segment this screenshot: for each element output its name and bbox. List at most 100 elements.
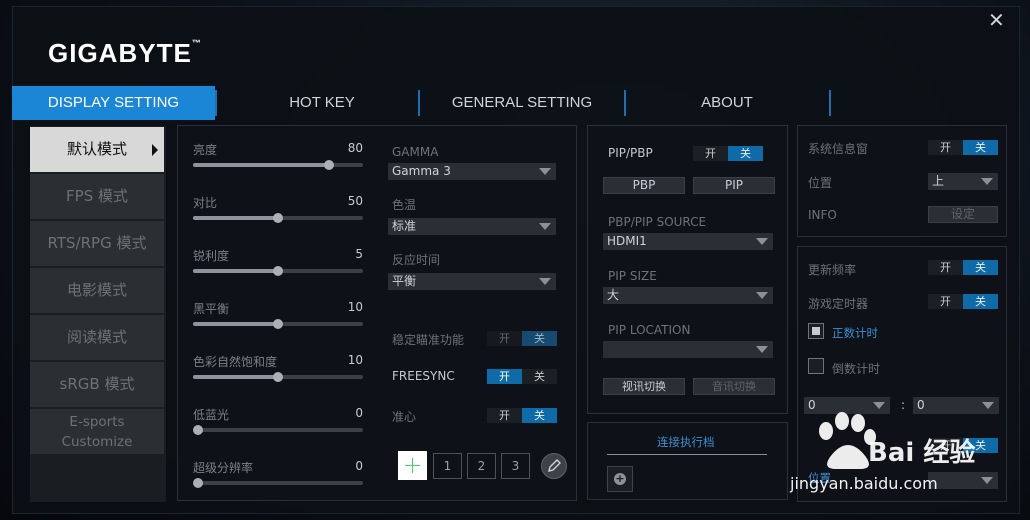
pip-size-label: PIP SIZE: [608, 269, 657, 283]
slider-value: 80: [347, 141, 363, 155]
toggle-off: 关: [522, 331, 557, 346]
response-time-value: 平衡: [392, 274, 417, 288]
seconds-select[interactable]: 0: [913, 397, 999, 414]
chevron-down-icon: [539, 223, 551, 230]
crosshair-style-2-button[interactable]: 2: [467, 453, 496, 479]
logo-tm: ™: [191, 38, 202, 48]
pip-size-value: 大: [607, 288, 620, 302]
time-separator: :: [901, 398, 906, 412]
chevron-down-icon: [539, 168, 551, 175]
pbp-button[interactable]: PBP: [603, 177, 685, 194]
crosshair-toggle[interactable]: 开关: [487, 408, 557, 423]
slider-track[interactable]: [193, 319, 363, 329]
pbp-pip-source-select[interactable]: HDMI1: [603, 233, 773, 250]
slider-value: 5: [355, 247, 363, 261]
sidebar-item-esports-customize[interactable]: E-sports Customize: [30, 409, 164, 454]
arrow-right-icon: [152, 144, 158, 156]
slider-handle[interactable]: [273, 213, 283, 223]
slider-label: 色彩自然饱和度: [193, 355, 278, 369]
tab-divider: [624, 90, 626, 116]
video-switch-button[interactable]: 视讯切换: [603, 378, 685, 395]
slider-fill: [193, 322, 278, 326]
position-select[interactable]: 上: [928, 173, 998, 190]
picture-settings-panel: [177, 125, 577, 501]
slider-track[interactable]: [193, 478, 363, 488]
tab-general-setting[interactable]: GENERAL SETTING: [422, 86, 622, 120]
sidebar-item-default-mode[interactable]: 默认模式: [30, 127, 164, 172]
slider-fill: [193, 269, 278, 273]
slider-handle[interactable]: [193, 425, 203, 435]
toggle-on: 开: [928, 260, 963, 275]
minutes-select[interactable]: 0: [804, 397, 890, 414]
link-executable-label[interactable]: 连接执行档: [657, 434, 715, 450]
pip-size-select[interactable]: 大: [603, 287, 773, 304]
toggle-off: 关: [963, 260, 998, 275]
slider-value: 10: [347, 353, 363, 367]
color-temp-label: 色温: [392, 198, 417, 212]
slider-handle[interactable]: [324, 160, 334, 170]
aim-stabilizer-toggle[interactable]: 开关: [487, 331, 557, 346]
slider-track[interactable]: [193, 425, 363, 435]
sidebar-item-label: FPS 模式: [66, 187, 128, 205]
bottom-position-select[interactable]: [928, 472, 998, 489]
sidebar-item-reading-mode[interactable]: 阅读模式: [30, 315, 164, 360]
sidebar-item-movie-mode[interactable]: 电影模式: [30, 268, 164, 313]
tab-hot-key[interactable]: HOT KEY: [222, 86, 422, 120]
chevron-down-icon: [756, 238, 768, 245]
aim-stabilizer-label: 稳定瞄准功能: [392, 333, 465, 347]
pip-location-select[interactable]: [603, 341, 773, 358]
gamma-value: Gamma 3: [392, 164, 451, 178]
color-temp-select[interactable]: 标准: [388, 218, 556, 235]
pencil-edit-icon[interactable]: [541, 453, 567, 479]
crosshair-style-1-button[interactable]: 1: [433, 453, 462, 479]
info-settings-button[interactable]: 设定: [928, 206, 998, 223]
freesync-toggle[interactable]: 开关: [487, 369, 557, 384]
tab-display-setting[interactable]: DISPLAY SETTING: [12, 86, 215, 120]
count-down-checkbox[interactable]: [808, 358, 824, 374]
add-executable-button[interactable]: +: [607, 466, 633, 492]
crosshair-icon: [412, 458, 413, 473]
divider: [607, 454, 767, 455]
crosshair-preview-button[interactable]: [398, 451, 427, 480]
slider-handle[interactable]: [273, 372, 283, 382]
refresh-rate-toggle[interactable]: 开关: [928, 260, 998, 275]
slider-track[interactable]: [193, 372, 363, 382]
tab-about[interactable]: ABOUT: [627, 86, 827, 120]
chevron-down-icon: [756, 346, 768, 353]
slider-fill: [193, 163, 329, 167]
toggle-off: 关: [963, 294, 998, 309]
slider-handle[interactable]: [273, 266, 283, 276]
response-time-label: 反应时间: [392, 253, 441, 267]
slider-track[interactable]: [193, 266, 363, 276]
close-icon[interactable]: ✕: [988, 8, 1005, 32]
sidebar-item-label: RTS/RPG 模式: [47, 234, 147, 252]
system-info-toggle[interactable]: 开关: [928, 140, 998, 155]
slider-value: 0: [355, 459, 363, 473]
slider-track[interactable]: [193, 160, 363, 170]
tab-divider: [418, 90, 420, 116]
crosshair-style-3-button[interactable]: 3: [501, 453, 530, 479]
pip-pbp-toggle[interactable]: 开关: [693, 146, 763, 161]
slider-handle[interactable]: [273, 319, 283, 329]
sidebar-item-label: 电影模式: [66, 281, 127, 299]
sidebar-item-rts-rpg-mode[interactable]: RTS/RPG 模式: [30, 221, 164, 266]
pip-location-label: PIP LOCATION: [608, 323, 691, 337]
sidebar-item-fps-mode[interactable]: FPS 模式: [30, 174, 164, 219]
minutes-value: 0: [808, 398, 816, 412]
toggle-off: 关: [522, 408, 557, 423]
slider-handle[interactable]: [193, 478, 203, 488]
game-timer-toggle[interactable]: 开关: [928, 294, 998, 309]
slider-label: 超级分辨率: [193, 461, 254, 475]
game-timer-label: 游戏定时器: [808, 297, 869, 311]
sidebar-item-srgb-mode[interactable]: sRGB 模式: [30, 362, 164, 407]
gamma-select[interactable]: Gamma 3: [388, 163, 556, 180]
slider-track[interactable]: [193, 213, 363, 223]
pip-button[interactable]: PIP: [693, 177, 775, 194]
slider-value: 50: [347, 194, 363, 208]
position-label: 位置: [808, 176, 833, 190]
count-up-checkbox[interactable]: [808, 323, 824, 339]
color-temp-value: 标准: [392, 219, 417, 233]
slider-label: 亮度: [193, 143, 218, 157]
audio-switch-button[interactable]: 音讯切换: [693, 378, 775, 395]
response-time-select[interactable]: 平衡: [388, 273, 556, 290]
